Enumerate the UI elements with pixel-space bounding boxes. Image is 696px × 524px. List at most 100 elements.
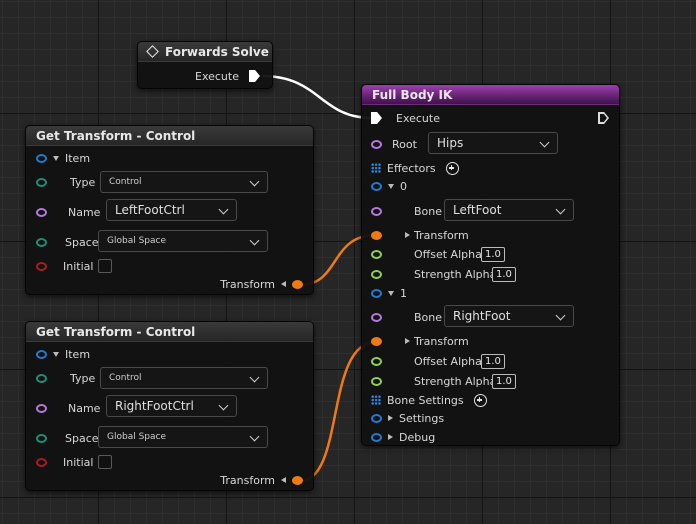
expand-arrow-icon[interactable] <box>53 155 59 161</box>
bone-label: Bone <box>414 310 443 324</box>
name-dropdown[interactable]: RightFootCtrl <box>106 395 237 417</box>
effector-1-index: 1 <box>400 286 407 300</box>
name-value: LeftFootCtrl <box>115 203 185 217</box>
chevron-down-icon <box>555 310 566 321</box>
chevron-down-icon <box>249 176 260 187</box>
name-pin-icon[interactable] <box>36 207 47 217</box>
expand-arrow-icon[interactable] <box>388 434 393 440</box>
initial-checkbox[interactable] <box>98 455 113 469</box>
transform-output-label: Transform <box>220 473 275 487</box>
type-pin-icon[interactable] <box>36 177 47 187</box>
space-label: Space <box>65 235 99 249</box>
get-transform-node-right[interactable]: Get Transform - Control Item Type Contro… <box>25 321 314 491</box>
name-pin-icon[interactable] <box>36 403 47 413</box>
offset-alpha-input[interactable]: 1.0 <box>481 246 505 262</box>
type-dropdown[interactable]: Control <box>100 171 268 193</box>
bone-dropdown-effector-1[interactable]: RightFoot <box>444 305 574 327</box>
event-diamond-icon <box>146 45 159 58</box>
expand-arrow-icon[interactable] <box>405 232 410 238</box>
bone-value: RightFoot <box>453 309 511 323</box>
space-dropdown[interactable]: Global Space <box>98 426 268 448</box>
strength-alpha-label: Strength Alpha <box>414 267 497 281</box>
offset-alpha-input[interactable]: 1.0 <box>481 353 505 369</box>
type-pin-icon[interactable] <box>36 373 47 383</box>
settings-pin-icon[interactable] <box>371 413 382 423</box>
bone-pin-icon[interactable] <box>371 312 382 322</box>
bone-value: LeftFoot <box>453 203 502 217</box>
collapse-arrow-icon[interactable] <box>281 281 286 287</box>
space-pin-icon[interactable] <box>36 237 47 247</box>
bone-dropdown-effector-0[interactable]: LeftFoot <box>444 199 574 221</box>
transform-input-pin-icon[interactable] <box>371 336 382 346</box>
root-pin-icon[interactable] <box>371 139 382 149</box>
chevron-down-icon <box>249 431 260 442</box>
offset-alpha-label: Offset Alpha <box>414 247 482 261</box>
bone-pin-icon[interactable] <box>371 206 382 216</box>
execute-wire[interactable] <box>261 74 373 120</box>
offset-alpha-pin-icon[interactable] <box>371 249 382 259</box>
space-dropdown[interactable]: Global Space <box>98 230 268 252</box>
offset-alpha-pin-icon[interactable] <box>371 356 382 366</box>
effector-0-pin-icon[interactable] <box>371 181 382 191</box>
item-pin-icon[interactable] <box>36 153 47 163</box>
full-body-ik-node[interactable]: Full Body IK Execute Root Hips Effectors… <box>361 84 620 446</box>
forwards-solve-title: Forwards Solve <box>165 44 269 59</box>
forwards-solve-header[interactable]: Forwards Solve <box>138 42 272 62</box>
add-bone-setting-plus-icon[interactable] <box>473 393 487 407</box>
debug-pin-icon[interactable] <box>371 432 382 442</box>
strength-alpha-label: Strength Alpha <box>414 374 497 388</box>
execute-input-pin-icon[interactable] <box>371 112 382 124</box>
space-value: Global Space <box>107 236 166 246</box>
bone-label: Bone <box>414 204 443 218</box>
chevron-down-icon <box>555 204 566 215</box>
initial-pin-icon[interactable] <box>36 457 47 467</box>
strength-alpha-input[interactable]: 1.0 <box>492 373 516 389</box>
chevron-down-icon <box>218 204 229 215</box>
collapse-arrow-icon[interactable] <box>281 477 286 483</box>
effectors-label: Effectors <box>387 161 436 175</box>
root-dropdown[interactable]: Hips <box>428 132 558 154</box>
item-label: Item <box>65 151 91 165</box>
strength-alpha-pin-icon[interactable] <box>371 269 382 279</box>
space-label: Space <box>65 431 99 445</box>
root-value: Hips <box>437 136 464 150</box>
type-label: Type <box>70 175 96 189</box>
effector-1-pin-icon[interactable] <box>371 288 382 298</box>
get-transform-node-left[interactable]: Get Transform - Control Item Type Contro… <box>25 125 314 295</box>
expand-arrow-icon[interactable] <box>388 415 393 421</box>
expand-arrow-icon[interactable] <box>388 183 394 189</box>
strength-alpha-pin-icon[interactable] <box>371 376 382 386</box>
item-pin-icon[interactable] <box>36 349 47 359</box>
expand-arrow-icon[interactable] <box>53 351 59 357</box>
transform-output-pin-icon[interactable] <box>292 279 303 289</box>
chevron-down-icon <box>218 400 229 411</box>
full-body-ik-header[interactable]: Full Body IK <box>362 85 619 105</box>
execute-output-pin-icon[interactable] <box>598 112 609 124</box>
space-pin-icon[interactable] <box>36 433 47 443</box>
transform-output-label: Transform <box>220 277 275 291</box>
add-effector-plus-icon[interactable] <box>445 161 459 175</box>
get-transform-header[interactable]: Get Transform - Control <box>26 126 313 146</box>
expand-arrow-icon[interactable] <box>405 338 410 344</box>
strength-alpha-input[interactable]: 1.0 <box>492 266 516 282</box>
type-label: Type <box>70 371 96 385</box>
type-dropdown[interactable]: Control <box>100 367 268 389</box>
execute-output-pin-icon[interactable] <box>249 70 260 82</box>
effectors-array-pin-icon[interactable] <box>371 163 381 173</box>
name-dropdown[interactable]: LeftFootCtrl <box>106 199 237 221</box>
get-transform-header[interactable]: Get Transform - Control <box>26 322 313 342</box>
bone-settings-array-pin-icon[interactable] <box>371 395 381 405</box>
full-body-ik-title: Full Body IK <box>372 87 453 102</box>
transform-input-pin-icon[interactable] <box>371 230 382 240</box>
initial-checkbox[interactable] <box>98 259 113 273</box>
debug-label: Debug <box>399 430 436 444</box>
chevron-down-icon <box>539 137 550 148</box>
settings-label: Settings <box>399 411 445 425</box>
initial-pin-icon[interactable] <box>36 261 47 271</box>
initial-label: Initial <box>63 259 94 273</box>
transform-output-pin-icon[interactable] <box>292 475 303 485</box>
chevron-down-icon <box>249 235 260 246</box>
effector-0-index: 0 <box>400 179 407 193</box>
expand-arrow-icon[interactable] <box>388 290 394 296</box>
forwards-solve-node[interactable]: Forwards Solve Execute <box>137 41 273 89</box>
